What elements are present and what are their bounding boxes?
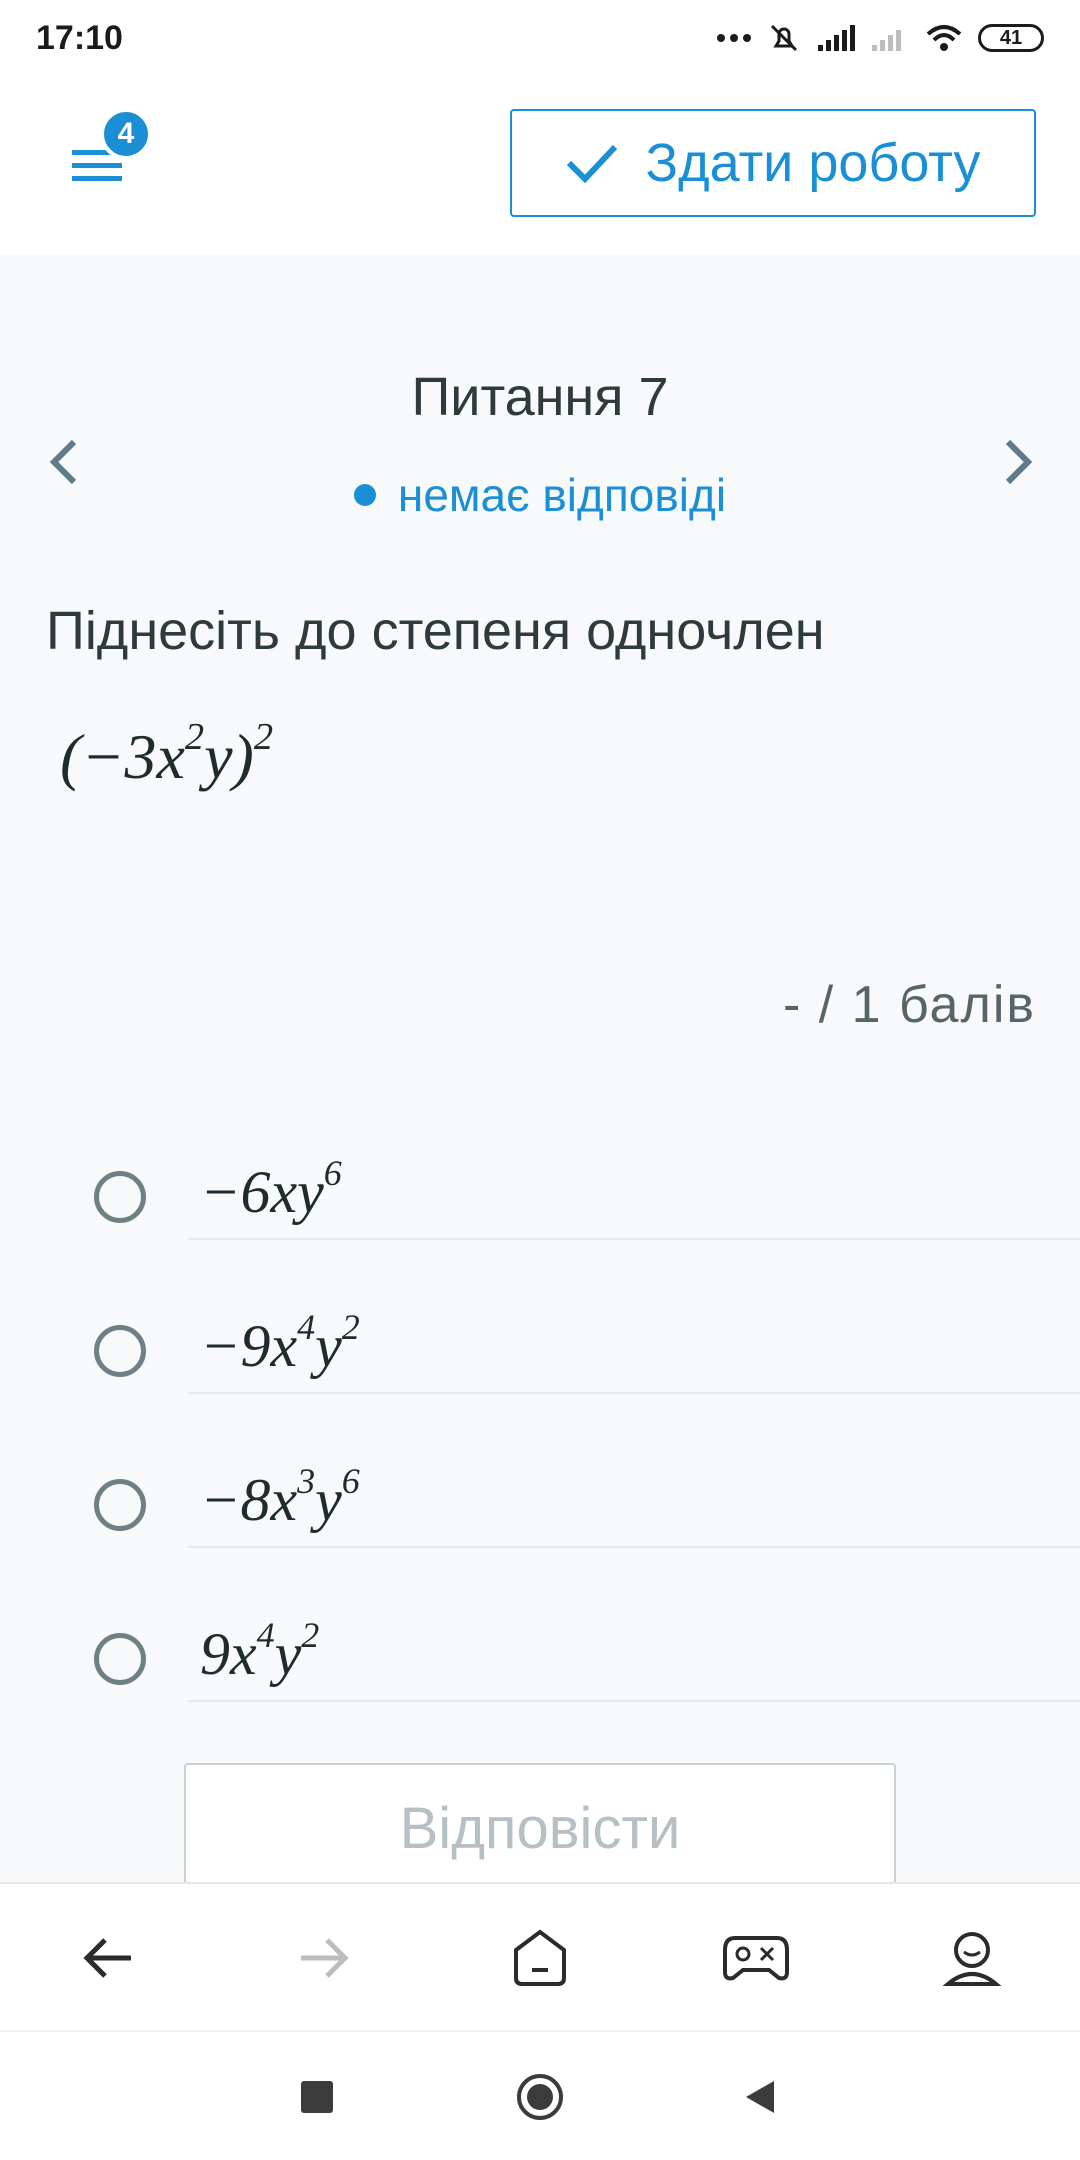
option-label: −8x3y6	[200, 1461, 360, 1533]
system-back-button[interactable]	[725, 2062, 795, 2132]
next-question-button[interactable]	[986, 432, 1046, 492]
chevron-right-icon	[1005, 439, 1033, 485]
answer-option[interactable]: −8x3y6	[0, 1438, 1080, 1592]
triangle-back-icon	[746, 2081, 774, 2113]
question-status: немає відповіді	[0, 468, 1080, 522]
status-bar: 17:10 41	[0, 0, 1080, 76]
recents-button[interactable]	[282, 2062, 352, 2132]
status-time: 17:10	[36, 18, 123, 57]
battery-indicator: 41	[978, 24, 1044, 52]
browser-profile-button[interactable]	[932, 1918, 1012, 1998]
more-dots-icon	[717, 34, 751, 42]
option-label: −9x4y2	[200, 1307, 360, 1379]
browser-back-button[interactable]	[68, 1918, 148, 1998]
checkmark-icon	[567, 144, 618, 184]
answer-option[interactable]: −6xy6	[0, 1130, 1080, 1284]
divider	[188, 1392, 1080, 1394]
wifi-icon	[926, 25, 962, 51]
divider	[188, 1700, 1080, 1702]
square-icon	[301, 2081, 333, 2113]
radio-button[interactable]	[94, 1633, 146, 1685]
browser-forward-button[interactable]	[284, 1918, 364, 1998]
gamepad-icon	[723, 1936, 789, 1981]
circle-icon	[517, 2074, 563, 2120]
radio-button[interactable]	[94, 1325, 146, 1377]
answer-option[interactable]: 9x4y2	[0, 1592, 1080, 1746]
status-dot-icon	[353, 484, 376, 506]
question-expression: (−3x2y)2	[60, 716, 274, 792]
muted-bell-icon	[770, 24, 798, 52]
points-label: - / 1 балів	[782, 976, 1036, 1034]
question-prompt: Піднесіть до степеня одночлен	[46, 601, 825, 661]
option-label: −6xy6	[200, 1153, 342, 1225]
status-icons: 41	[716, 20, 1044, 56]
forward-arrow-icon	[301, 1938, 349, 1978]
option-label: 9x4y2	[200, 1615, 320, 1687]
submit-work-label: Здати роботу	[645, 133, 981, 193]
answer-button[interactable]: Відповісти	[184, 1763, 896, 1893]
divider	[188, 1238, 1080, 1240]
back-arrow-icon	[83, 1938, 131, 1978]
question-status-label: немає відповіді	[397, 469, 727, 521]
radio-button[interactable]	[94, 1479, 146, 1531]
question-title: Питання 7	[411, 367, 669, 427]
divider	[188, 1546, 1080, 1548]
home-icon	[514, 1929, 566, 1986]
header: 4 Здати роботу	[0, 76, 1080, 254]
question-nav: Питання 7 немає відповіді	[0, 350, 1080, 530]
signal-icon	[818, 25, 855, 51]
browser-home-button[interactable]	[500, 1918, 580, 1998]
browser-toolbar	[0, 1882, 1080, 2030]
radio-button[interactable]	[94, 1171, 146, 1223]
browser-games-button[interactable]	[716, 1918, 796, 1998]
system-navigation	[0, 2030, 1080, 2160]
signal-weak-icon	[872, 30, 901, 51]
menu-badge: 4	[100, 108, 152, 160]
answer-option[interactable]: −9x4y2	[0, 1284, 1080, 1438]
system-home-button[interactable]	[505, 2062, 575, 2132]
submit-work-button[interactable]: Здати роботу	[510, 109, 1036, 217]
profile-icon	[942, 1932, 1002, 1986]
